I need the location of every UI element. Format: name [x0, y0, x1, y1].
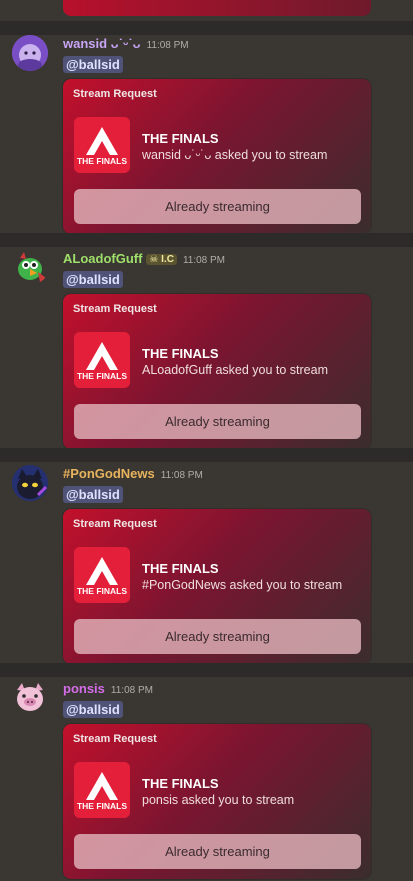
username[interactable]: #PonGodNews 11:08 PM: [63, 466, 203, 481]
game-name: THE FINALS: [142, 346, 219, 361]
username[interactable]: ALoadofGuff ☠ I.C 11:08 PM: [63, 251, 225, 266]
avatar[interactable]: [12, 680, 48, 716]
already-streaming-button[interactable]: Already streaming: [74, 404, 361, 439]
request-text: ponsis asked you to stream: [142, 793, 295, 807]
timestamp: 11:08 PM: [110, 685, 153, 696]
message-divider: [0, 233, 413, 247]
card-title: Stream Request: [73, 518, 157, 530]
message-feed: wansid ᴗ˙ᵕ˙ᴗ 11:08 PM @ballsid Stream Req…: [0, 0, 413, 881]
avatar-purple-icon: [12, 35, 48, 71]
already-streaming-button[interactable]: Already streaming: [74, 189, 361, 224]
message-2: ALoadofGuff ☠ I.C 11:08 PM @ballsid Stream…: [0, 250, 413, 450]
card-title: Stream Request: [73, 733, 157, 745]
the-finals-logo-icon: THE FINALS: [74, 762, 130, 818]
username[interactable]: wansid ᴗ˙ᵕ˙ᴗ 11:08 PM: [63, 36, 189, 51]
mention[interactable]: @ballsid: [63, 486, 123, 503]
timestamp: 11:08 PM: [182, 255, 226, 266]
mention[interactable]: @ballsid: [63, 271, 123, 288]
avatar-pig-icon: [13, 681, 47, 715]
timestamp: 11:08 PM: [146, 40, 189, 51]
previous-card-fragment: [63, 0, 371, 16]
username-text[interactable]: ponsis: [63, 681, 105, 696]
request-text: #PonGodNews asked you to stream: [142, 578, 343, 592]
svg-text:THE FINALS: THE FINALS: [77, 586, 127, 596]
stream-request-card: Stream Request THE FINALS THE FINALS #Po…: [63, 509, 371, 664]
already-streaming-button[interactable]: Already streaming: [74, 619, 361, 654]
avatar[interactable]: [12, 465, 48, 501]
avatar-parrot-icon: [13, 251, 47, 285]
role-tag: ☠ I.C: [146, 254, 177, 265]
message-divider: [0, 663, 413, 677]
request-text: ALoadofGuff asked you to stream: [142, 363, 328, 377]
svg-text:THE FINALS: THE FINALS: [77, 156, 127, 166]
svg-text:THE FINALS: THE FINALS: [77, 371, 127, 381]
card-title: Stream Request: [73, 303, 157, 315]
svg-text:THE FINALS: THE FINALS: [77, 801, 127, 811]
username-text[interactable]: #PonGodNews: [63, 466, 155, 481]
skull-icon: ☠: [149, 254, 159, 265]
avatar[interactable]: [12, 35, 48, 71]
message-divider: [0, 448, 413, 462]
username-text[interactable]: wansid ᴗ˙ᵕ˙ᴗ: [63, 36, 141, 51]
already-streaming-button[interactable]: Already streaming: [74, 834, 361, 869]
message-4: ponsis 11:08 PM @ballsid Stream Request T…: [0, 680, 413, 880]
mention[interactable]: @ballsid: [63, 56, 123, 73]
stream-request-card: Stream Request THE FINALS THE FINALS pon…: [63, 724, 371, 879]
the-finals-logo-icon: THE FINALS: [74, 117, 130, 173]
game-name: THE FINALS: [142, 131, 219, 146]
username[interactable]: ponsis 11:08 PM: [63, 681, 153, 696]
timestamp: 11:08 PM: [160, 470, 203, 481]
game-name: THE FINALS: [142, 776, 219, 791]
role-tag-label: I.C: [161, 254, 174, 265]
the-finals-logo-icon: THE FINALS: [74, 332, 130, 388]
message-3: #PonGodNews 11:08 PM @ballsid Stream Requ…: [0, 465, 413, 665]
mention[interactable]: @ballsid: [63, 701, 123, 718]
avatar-cat-icon: [12, 465, 48, 501]
stream-request-card: Stream Request THE FINALS THE FINALS ALo…: [63, 294, 371, 449]
username-text[interactable]: ALoadofGuff: [63, 251, 142, 266]
game-name: THE FINALS: [142, 561, 219, 576]
request-text: wansid ᴗ˙ᵕ˙ᴗ asked you to stream: [142, 148, 328, 162]
avatar[interactable]: [12, 250, 48, 286]
card-title: Stream Request: [73, 88, 157, 100]
the-finals-logo-icon: THE FINALS: [74, 547, 130, 603]
message-1: wansid ᴗ˙ᵕ˙ᴗ 11:08 PM @ballsid Stream Req…: [0, 35, 413, 235]
message-divider: [0, 21, 413, 35]
stream-request-card: Stream Request THE FINALS THE FINALS wan…: [63, 79, 371, 234]
